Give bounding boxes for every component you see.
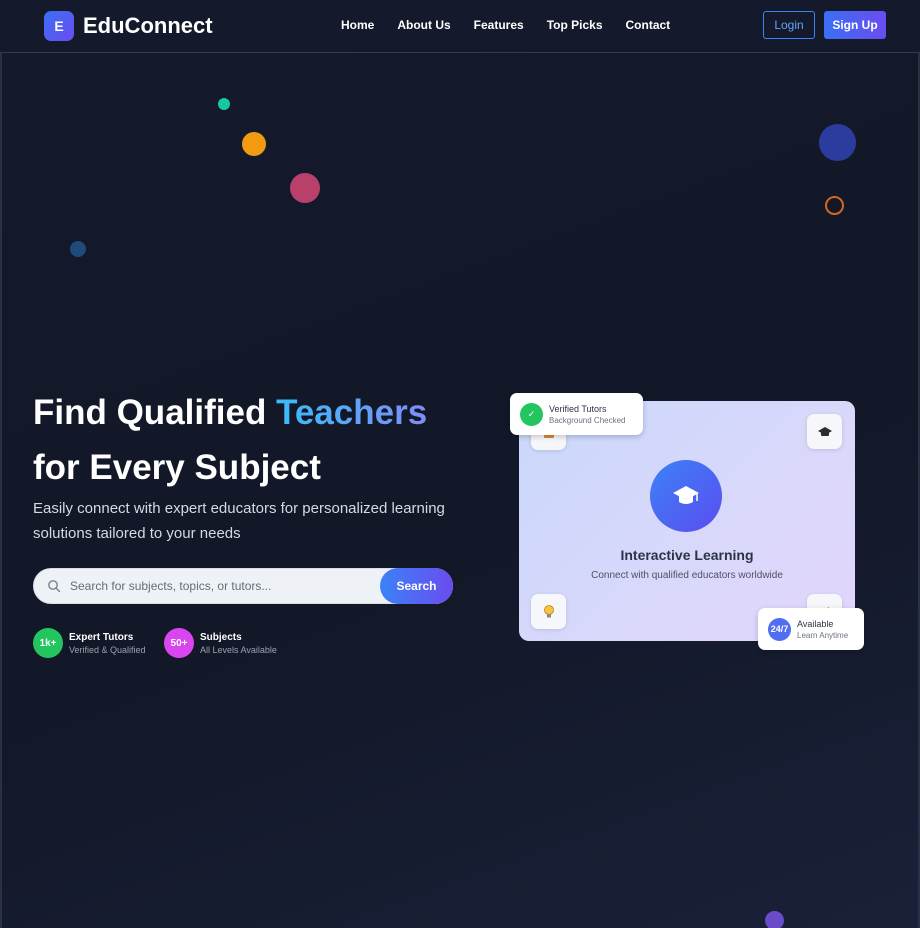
availability-value: 24/7 (768, 617, 791, 641)
badge-desc: Learn Anytime (797, 630, 849, 640)
availability-badge: 24/7 Available Learn Anytime (758, 608, 864, 650)
stat-title: Subjects (200, 631, 242, 643)
decor-dot-blue-large (819, 124, 856, 161)
nav-link-features[interactable]: Features (474, 18, 524, 32)
stat-value-badge: 50+ (164, 628, 194, 658)
nav-link-contact[interactable]: Contact (626, 18, 671, 32)
badge-desc: Background Checked (549, 415, 626, 425)
badge-title: Verified Tutors (549, 403, 607, 414)
hero-title: Find Qualified Teachers for Every Subjec… (33, 385, 427, 495)
decor-dot-teal (218, 98, 230, 110)
decor-dot-blue-small (70, 241, 86, 257)
search-icon (48, 580, 61, 593)
stat-value-badge: 1k+ (33, 628, 63, 658)
search-button[interactable]: Search (380, 568, 453, 604)
decor-dot-orange (242, 132, 266, 156)
decor-ring-orange (825, 196, 844, 215)
search-bar: Search (33, 568, 453, 604)
nav-link-top-picks[interactable]: Top Picks (547, 18, 603, 32)
search-input[interactable] (70, 569, 370, 603)
card-subtitle: Connect with qualified educators worldwi… (591, 570, 783, 581)
lightbulb-icon (531, 594, 566, 629)
stat-expert-tutors: 1k+ Expert Tutors Verified & Qualified (33, 628, 146, 658)
decor-dot-pink (290, 173, 320, 203)
graduation-cap-icon (807, 414, 842, 449)
login-button[interactable]: Login (763, 11, 815, 39)
interactive-learning-card: Interactive Learning Connect with qualif… (519, 401, 855, 641)
logo-icon[interactable]: E (44, 11, 74, 41)
decor-dot-purple (765, 911, 784, 928)
badge-title: Available (797, 618, 834, 629)
app-title[interactable]: EduConnect (83, 13, 213, 39)
nav-link-home[interactable]: Home (341, 18, 374, 32)
hero-title-accent: Teachers (276, 393, 428, 432)
verified-tutors-badge: ✓ Verified Tutors Background Checked (510, 393, 643, 435)
stat-desc: All Levels Available (200, 644, 277, 655)
hero-subtitle: Easily connect with expert educators for… (33, 500, 445, 542)
nav-links: Home About Us Features Top Picks Contact (341, 18, 693, 32)
hero-title-line2: for Every Subject (33, 448, 321, 487)
stat-subjects: 50+ Subjects All Levels Available (164, 628, 277, 658)
hero-title-part1: Find Qualified (33, 393, 277, 432)
card-title: Interactive Learning (620, 547, 754, 563)
nav-link-about[interactable]: About Us (397, 18, 450, 32)
graduation-cap-icon-large (650, 460, 722, 532)
top-navbar: E EduConnect Home About Us Features Top … (0, 0, 920, 53)
stat-title: Expert Tutors (69, 631, 134, 643)
stat-desc: Verified & Qualified (69, 644, 146, 655)
check-icon: ✓ (520, 402, 543, 426)
signup-button[interactable]: Sign Up (824, 11, 886, 39)
